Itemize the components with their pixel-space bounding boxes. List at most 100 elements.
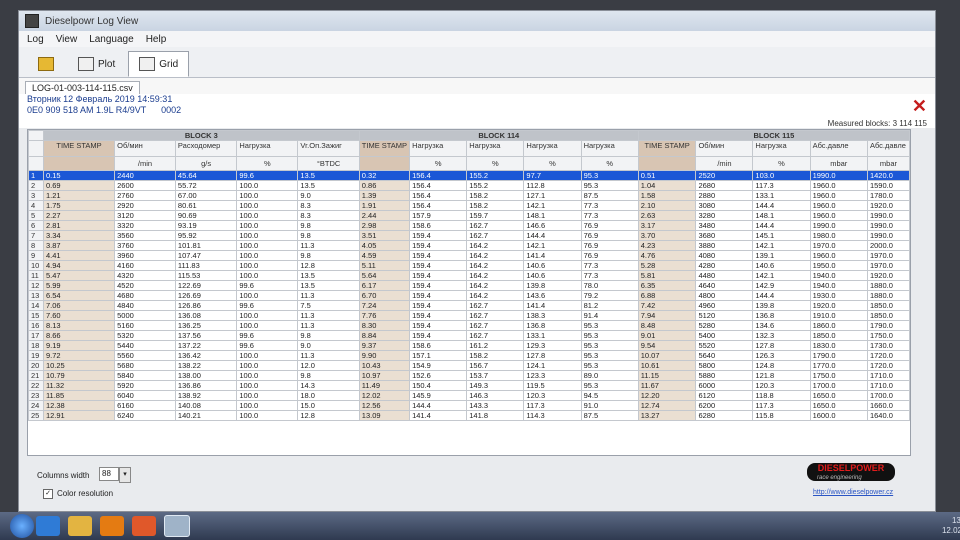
- column-header[interactable]: Нагрузка: [236, 140, 299, 157]
- table-cell[interactable]: 8.13: [42, 320, 116, 331]
- table-cell[interactable]: 3.87: [42, 240, 116, 251]
- table-cell[interactable]: 120.3: [523, 390, 582, 401]
- table-cell[interactable]: 164.2: [466, 260, 525, 271]
- table-cell[interactable]: 5320: [114, 330, 176, 341]
- table-cell[interactable]: 5880: [695, 370, 754, 381]
- table-cell[interactable]: 99.6: [236, 330, 299, 341]
- table-cell[interactable]: 11.3: [297, 290, 360, 301]
- table-cell[interactable]: 156.7: [466, 360, 525, 371]
- table-cell[interactable]: 1860.0: [809, 320, 868, 331]
- table-cell[interactable]: 1710.0: [866, 370, 910, 381]
- table-cell[interactable]: 100.0: [236, 200, 299, 211]
- table-cell[interactable]: 2440: [114, 170, 176, 181]
- table-cell[interactable]: 3.51: [358, 230, 411, 241]
- table-cell[interactable]: 91.0: [580, 400, 639, 411]
- row-number[interactable]: 3: [28, 190, 44, 201]
- table-cell[interactable]: 95.3: [580, 360, 639, 371]
- table-row[interactable]: 25 12.91 6240 140.21 100.0 12.8 13.09 141.4 141.…: [28, 410, 910, 421]
- table-cell[interactable]: 103.0: [752, 170, 811, 181]
- table-cell[interactable]: 1950.0: [809, 260, 868, 271]
- table-cell[interactable]: 1700.0: [809, 380, 868, 391]
- table-cell[interactable]: 1700.0: [866, 390, 910, 401]
- table-cell[interactable]: 7.5: [297, 300, 360, 311]
- table-cell[interactable]: 139.8: [523, 280, 582, 291]
- column-header[interactable]: Нагрузка: [409, 140, 468, 157]
- table-cell[interactable]: 1960.0: [809, 210, 868, 221]
- table-cell[interactable]: 11.3: [297, 350, 360, 361]
- table-cell[interactable]: 2000.0: [866, 240, 910, 251]
- table-cell[interactable]: 78.0: [580, 280, 639, 291]
- website-link[interactable]: http://www.dieselpower.cz: [813, 489, 893, 496]
- table-cell[interactable]: 148.1: [523, 210, 582, 221]
- table-cell[interactable]: 4160: [114, 260, 176, 271]
- column-header[interactable]: Нагрузка: [580, 140, 639, 157]
- table-cell[interactable]: 141.8: [466, 410, 525, 421]
- table-cell[interactable]: 164.2: [466, 240, 525, 251]
- column-header[interactable]: TIME STAMP: [358, 140, 411, 157]
- table-cell[interactable]: 95.92: [174, 230, 238, 241]
- table-cell[interactable]: 14.3: [297, 380, 360, 391]
- table-cell[interactable]: 13.5: [297, 280, 360, 291]
- table-cell[interactable]: 1940.0: [809, 280, 868, 291]
- table-cell[interactable]: 3120: [114, 210, 176, 221]
- table-cell[interactable]: 4800: [695, 290, 754, 301]
- table-cell[interactable]: 6280: [695, 410, 754, 421]
- column-header[interactable]: Нагрузка: [752, 140, 811, 157]
- table-cell[interactable]: 4480: [695, 270, 754, 281]
- table-cell[interactable]: 76.9: [580, 220, 639, 231]
- table-cell[interactable]: 138.92: [174, 390, 238, 401]
- table-cell[interactable]: 10.07: [637, 350, 697, 361]
- table-cell[interactable]: 111.83: [174, 260, 238, 271]
- table-row[interactable]: 15 7.60 5000 136.08 100.0 11.3 7.76 159.4 162.7 1…: [28, 310, 910, 321]
- table-cell[interactable]: 1.75: [42, 200, 116, 211]
- table-cell[interactable]: 143.6: [523, 290, 582, 301]
- table-cell[interactable]: 1770.0: [809, 360, 868, 371]
- table-cell[interactable]: 153.7: [466, 370, 525, 381]
- table-cell[interactable]: 9.8: [297, 330, 360, 341]
- table-cell[interactable]: 77.3: [580, 210, 639, 221]
- table-cell[interactable]: 5440: [114, 340, 176, 351]
- table-row[interactable]: 20 10.25 5680 138.22 100.0 12.0 10.43 154.9 156.…: [28, 360, 910, 371]
- table-cell[interactable]: 6.35: [637, 280, 697, 291]
- table-cell[interactable]: 9.37: [358, 340, 411, 351]
- table-cell[interactable]: 1730.0: [866, 340, 910, 351]
- table-cell[interactable]: 117.3: [523, 400, 582, 411]
- table-cell[interactable]: 137.56: [174, 330, 238, 341]
- table-cell[interactable]: 112.8: [523, 180, 582, 191]
- table-cell[interactable]: 0.15: [42, 170, 116, 181]
- table-row[interactable]: 3 1.21 2760 67.00 100.0 9.0 1.39 156.4 158.2 127.…: [28, 190, 910, 201]
- table-cell[interactable]: 6160: [114, 400, 176, 411]
- table-cell[interactable]: 142.9: [752, 280, 811, 291]
- table-cell[interactable]: 1780.0: [866, 190, 910, 201]
- table-cell[interactable]: 10.43: [358, 360, 411, 371]
- file-tab[interactable]: LOG-01-003-114-115.csv: [25, 81, 140, 94]
- table-cell[interactable]: 3320: [114, 220, 176, 231]
- table-cell[interactable]: 136.8: [752, 310, 811, 321]
- table-cell[interactable]: 7.24: [358, 300, 411, 311]
- table-cell[interactable]: 155.2: [466, 180, 525, 191]
- table-cell[interactable]: 2.63: [637, 210, 697, 221]
- table-cell[interactable]: 1960.0: [809, 200, 868, 211]
- table-cell[interactable]: 55.72: [174, 180, 238, 191]
- table-cell[interactable]: 100.0: [236, 290, 299, 301]
- table-cell[interactable]: 97.7: [523, 170, 582, 181]
- table-cell[interactable]: 142.1: [523, 200, 582, 211]
- table-cell[interactable]: 87.5: [580, 410, 639, 421]
- table-cell[interactable]: 6.17: [358, 280, 411, 291]
- table-cell[interactable]: 1990.0: [809, 170, 868, 181]
- table-cell[interactable]: 76.9: [580, 250, 639, 261]
- table-cell[interactable]: 144.4: [409, 400, 468, 411]
- table-cell[interactable]: 95.3: [580, 350, 639, 361]
- table-cell[interactable]: 100.0: [236, 180, 299, 191]
- table-row[interactable]: 19 9.72 5560 136.42 100.0 11.3 9.90 157.1 158.2 1…: [28, 350, 910, 361]
- table-cell[interactable]: 6.70: [358, 290, 411, 301]
- table-cell[interactable]: 1790.0: [809, 350, 868, 361]
- table-cell[interactable]: 4.23: [637, 240, 697, 251]
- table-cell[interactable]: 9.8: [297, 250, 360, 261]
- table-cell[interactable]: 1880.0: [866, 280, 910, 291]
- table-cell[interactable]: 162.7: [466, 330, 525, 341]
- table-cell[interactable]: 140.21: [174, 410, 238, 421]
- table-cell[interactable]: 81.2: [580, 300, 639, 311]
- table-cell[interactable]: 9.8: [297, 220, 360, 231]
- table-cell[interactable]: 121.8: [752, 370, 811, 381]
